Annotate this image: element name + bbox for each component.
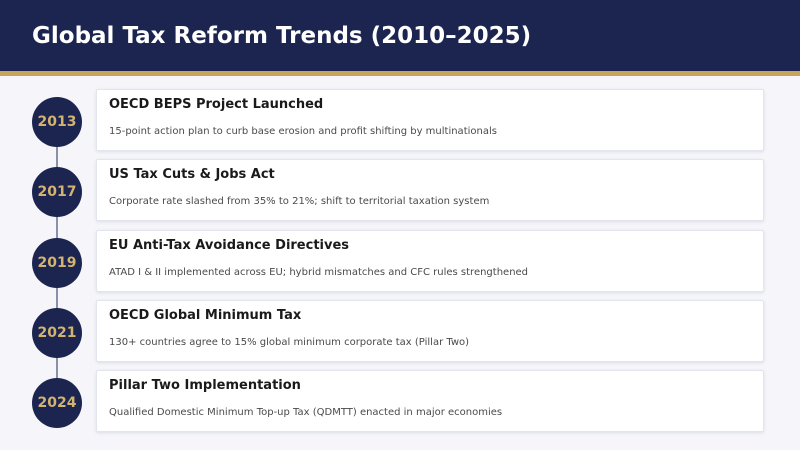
year-badge: 2021	[32, 308, 82, 358]
year-badge: 2019	[32, 238, 82, 288]
event-description: Corporate rate slashed from 35% to 21%; …	[109, 196, 490, 207]
year-badge: 2013	[32, 97, 82, 147]
header-bar: Global Tax Reform Trends (2010–2025)	[0, 0, 800, 71]
page-title: Global Tax Reform Trends (2010–2025)	[32, 23, 532, 49]
timeline-item: 2017 US Tax Cuts & Jobs Act Corporate ra…	[0, 159, 800, 223]
event-description: ATAD I & II implemented across EU; hybri…	[109, 267, 529, 278]
event-description: 15-point action plan to curb base erosio…	[109, 126, 497, 137]
event-title: EU Anti-Tax Avoidance Directives	[109, 238, 350, 253]
event-description: Qualified Domestic Minimum Top-up Tax (Q…	[109, 407, 503, 418]
event-card: OECD Global Minimum Tax 130+ countries a…	[96, 300, 764, 362]
timeline-item: 2019 EU Anti-Tax Avoidance Directives AT…	[0, 230, 800, 294]
timeline-item: 2024 Pillar Two Implementation Qualified…	[0, 370, 800, 434]
event-card: US Tax Cuts & Jobs Act Corporate rate sl…	[96, 159, 764, 221]
event-title: US Tax Cuts & Jobs Act	[109, 167, 275, 182]
event-card: OECD BEPS Project Launched 15-point acti…	[96, 89, 764, 151]
event-title: OECD Global Minimum Tax	[109, 308, 302, 323]
event-title: Pillar Two Implementation	[109, 378, 301, 393]
year-badge: 2024	[32, 378, 82, 428]
event-card: Pillar Two Implementation Qualified Dome…	[96, 370, 764, 432]
timeline-item: 2013 OECD BEPS Project Launched 15-point…	[0, 89, 800, 153]
year-badge: 2017	[32, 167, 82, 217]
accent-divider	[0, 71, 800, 76]
timeline-item: 2021 OECD Global Minimum Tax 130+ countr…	[0, 300, 800, 364]
event-card: EU Anti-Tax Avoidance Directives ATAD I …	[96, 230, 764, 292]
event-description: 130+ countries agree to 15% global minim…	[109, 337, 470, 348]
event-title: OECD BEPS Project Launched	[109, 97, 324, 112]
